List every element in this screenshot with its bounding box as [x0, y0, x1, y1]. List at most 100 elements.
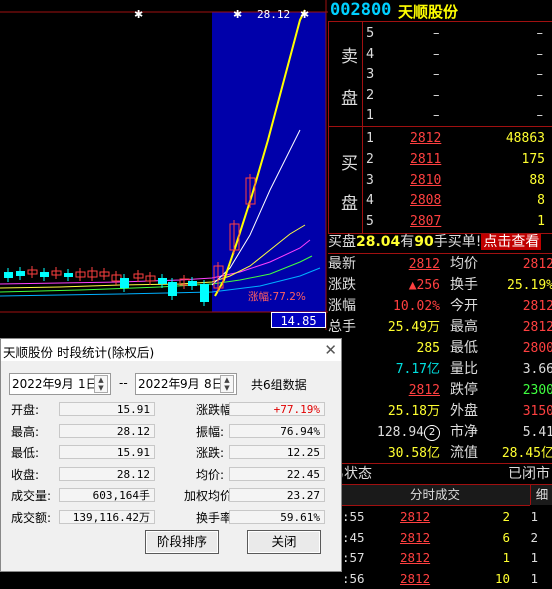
high-price-label: 28.12 [257, 8, 290, 21]
quote-value-left: 2812 [408, 383, 440, 398]
stat-label-left: 最低: [11, 446, 40, 460]
bid-volume: 88 [529, 172, 545, 188]
trade-status-value: 已闭市 [508, 466, 550, 482]
ask-volume: – [536, 26, 544, 41]
quote-label-right: 今开 [450, 298, 478, 314]
quote-label-right: 最高 [450, 319, 478, 335]
tick-panel: 分时成交 细 :55 2812 2 1:45 2812 6 2:57 2812 1 1:56 281… [340, 484, 552, 586]
dialog-close-icon[interactable]: ✕ [324, 341, 337, 359]
quote-label-right: 市净 [450, 424, 478, 440]
bid-row[interactable]: 5 2807 1 [363, 211, 552, 232]
candle-body [120, 278, 129, 288]
bid-volume: 1 [537, 214, 545, 230]
ask-volume: – [536, 108, 544, 124]
stat-label-right: 均价: [196, 467, 225, 482]
start-date-picker[interactable]: 2022年 9月 1日 ▲ ▼ [9, 373, 111, 395]
buy-label-2: 盘 [341, 194, 358, 214]
quote-value-left: ▲256 [408, 278, 440, 293]
start-date-spin[interactable]: ▲ ▼ [94, 375, 108, 393]
ask-level: 4 [366, 46, 375, 62]
end-year: 2022年 [138, 377, 181, 391]
quote-value-right: 2812 [522, 299, 552, 314]
end-date-picker[interactable]: 2022年 9月 8日 ▲ ▼ [135, 373, 237, 395]
tick-time: :45 [342, 529, 365, 545]
start-year: 2022年 [12, 377, 55, 391]
view-details-link[interactable]: 点击查看 [481, 234, 542, 250]
stat-label-left: 最高: [11, 424, 40, 439]
ask-price: – [433, 108, 440, 124]
bid-price: 2810 [410, 172, 442, 188]
top-marker-1: ✱ [134, 8, 143, 21]
quote-row: 涨跌 ▲256 换手 25.19% [328, 275, 552, 296]
gain-label: 涨幅:77.2% [248, 290, 306, 303]
top-marker-2: ✱ [233, 8, 242, 21]
quote-label-left: 最新 [328, 256, 356, 272]
quote-row: 额7.17亿量比3.66 [328, 359, 552, 380]
buy-label-1: 买 [341, 154, 358, 174]
bid-volume: 48863 [505, 131, 545, 146]
quote-table: 最新 2812 均价 2812 涨跌 ▲256 换手 25.19% 涨幅 10.02% 今开 2812… [328, 253, 552, 464]
quote-label-right: 均价 [450, 256, 478, 272]
period-sort-button[interactable]: 阶段排序 [145, 530, 219, 554]
sell-label-2: 盘 [341, 89, 358, 109]
quote-value-left: 25.49万 [387, 320, 440, 335]
date-separator: -- [119, 376, 128, 390]
quote-value-left: 128.94 [377, 425, 424, 440]
tick-volume: 1 [502, 550, 510, 565]
quote-value-left: 285 [416, 341, 440, 356]
stock-name: 天顺股份 [398, 3, 459, 21]
tick-volume: 10 [494, 570, 510, 586]
sell-label-1: 卖 [341, 47, 358, 67]
top-marker-3: ✱ [300, 8, 309, 21]
candle-body [64, 273, 73, 277]
tick-time: :55 [342, 509, 365, 524]
pe-badge-icon: 2 [424, 425, 440, 441]
quote-value-right: 2800 [522, 341, 552, 356]
ask-level: 1 [366, 108, 375, 124]
end-date-spin[interactable]: ▲ ▼ [220, 375, 234, 393]
tick-header: 分时成交 [340, 485, 530, 506]
bid-row[interactable]: 1 2812 48863 [363, 128, 552, 149]
stat-value-left: 139,116.42万 [59, 509, 155, 524]
stat-value-right: 76.94% [229, 423, 325, 438]
bid-row[interactable]: 2 2811 175 [363, 149, 552, 170]
quote-label-left: 涨跌 [328, 277, 356, 293]
tick-count: 1 [530, 509, 538, 524]
quote-value-left: 30.58亿 [387, 446, 440, 461]
quote-value-right: 5.41 [522, 425, 552, 440]
stat-value-left: 15.91 [59, 445, 155, 459]
stat-value-left: 28.12 [59, 423, 155, 438]
quote-label-left: 涨幅 [328, 298, 356, 314]
buy-order-text-1: 买盘 [328, 234, 356, 250]
ask-row: 4 – – [363, 44, 552, 65]
quote-value-right: 25.19% [507, 278, 552, 293]
ask-row: 2 – – [363, 85, 552, 106]
candle-body [4, 272, 13, 278]
bid-volume: 175 [521, 151, 545, 167]
bid-row[interactable]: 3 2810 88 [363, 170, 552, 191]
price-box: 14.85 [271, 312, 326, 328]
bid-row[interactable]: 4 2808 8 [363, 190, 552, 211]
buy-order-text-2: 有 [400, 234, 415, 250]
close-button[interactable]: 关闭 [247, 530, 321, 554]
tick-detail-tab[interactable]: 细 [530, 485, 552, 505]
quote-value-right: 2812 [522, 320, 552, 335]
dialog-titlebar[interactable]: 天顺股份 时段统计(除权后) ✕ [1, 339, 341, 361]
quote-row: 总手 25.49万 最高 2812 [328, 317, 552, 338]
quote-value-left: 25.18万 [387, 404, 440, 419]
quote-value-right: 3.66 [522, 362, 552, 377]
quote-value-right: 2300 [522, 383, 552, 398]
bid-volume: 8 [537, 193, 545, 209]
quote-row: 盈128.942市净5.41 [328, 422, 552, 443]
quote-row: 值30.58亿流值28.45亿 [328, 443, 552, 464]
kline-chart[interactable]: ✱ ✱ ✱ 28.12 涨幅:77.2% 14.85 [0, 0, 328, 330]
ask-level: 2 [366, 87, 375, 103]
ask-price: – [433, 67, 440, 83]
candle-body [40, 272, 49, 277]
tick-price: 2812 [400, 550, 431, 565]
tick-header-label: 分时成交 [409, 487, 460, 502]
ask-price: – [433, 87, 440, 103]
candle-body [158, 278, 167, 284]
kline-svg[interactable]: ✱ ✱ ✱ 28.12 涨幅:77.2% [0, 0, 328, 330]
quote-row: 盘25.18万外盘3150 [328, 401, 552, 422]
